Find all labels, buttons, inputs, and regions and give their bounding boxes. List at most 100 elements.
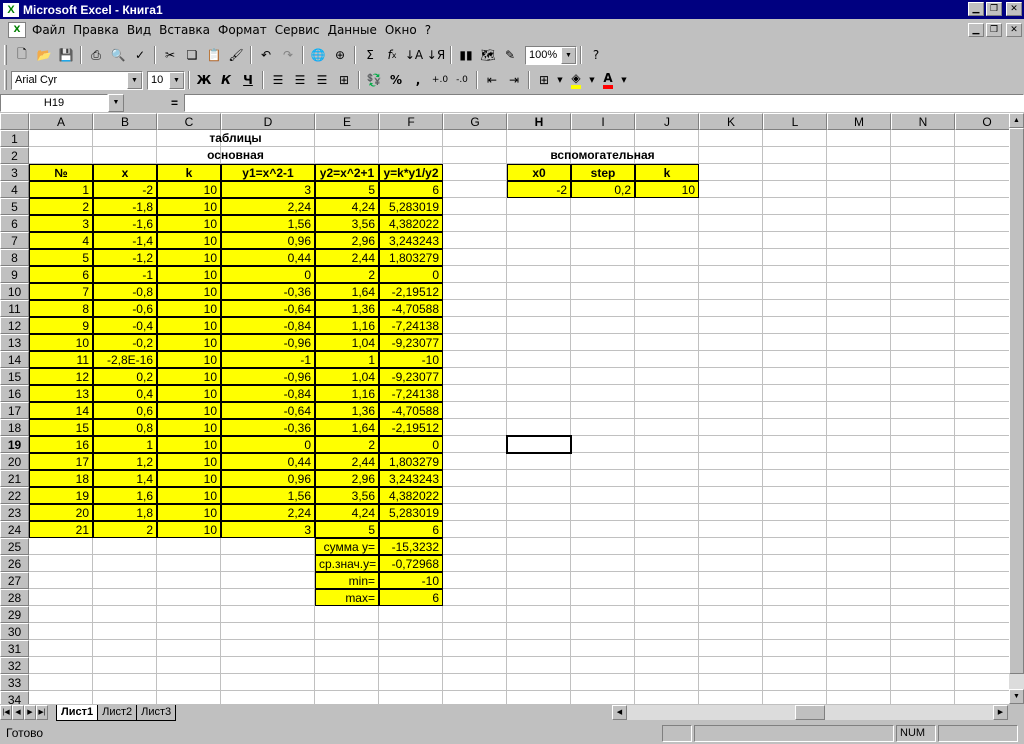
row-header[interactable]: 5 — [0, 198, 29, 215]
aux-header-cell[interactable]: step — [571, 164, 635, 181]
data-cell[interactable]: 10 — [157, 436, 221, 453]
data-cell[interactable]: 5 — [315, 181, 379, 198]
data-cell[interactable]: 6 — [29, 266, 93, 283]
preview-icon[interactable]: 🔍 — [107, 44, 129, 66]
data-cell[interactable]: 0 — [221, 436, 315, 453]
data-cell[interactable]: -1 — [93, 266, 157, 283]
comma-button[interactable]: , — [407, 69, 429, 91]
data-cell[interactable]: -9,23077 — [379, 334, 443, 351]
scroll-right-icon[interactable]: ▶ — [993, 705, 1008, 720]
row-header[interactable]: 32 — [0, 657, 29, 674]
row-header[interactable]: 26 — [0, 555, 29, 572]
equals-sign[interactable]: = — [124, 96, 184, 110]
horizontal-scrollbar[interactable]: ◀ ▶ — [612, 705, 1008, 720]
header-cell[interactable]: k — [157, 164, 221, 181]
chevron-down-icon[interactable]: ▼ — [127, 71, 142, 89]
data-cell[interactable]: 0,6 — [93, 402, 157, 419]
data-cell[interactable]: 2,24 — [221, 504, 315, 521]
row-header[interactable]: 31 — [0, 640, 29, 657]
summary-label-cell[interactable]: min= — [315, 572, 379, 589]
row-header[interactable]: 12 — [0, 317, 29, 334]
data-cell[interactable]: 2,96 — [315, 232, 379, 249]
chevron-down-icon[interactable]: ▼ — [587, 69, 597, 91]
data-cell[interactable]: 1,36 — [315, 402, 379, 419]
row-header[interactable]: 11 — [0, 300, 29, 317]
data-cell[interactable]: -2,8E-16 — [93, 351, 157, 368]
data-cell[interactable]: -0,96 — [221, 368, 315, 385]
data-cell[interactable]: 1,64 — [315, 419, 379, 436]
summary-value-cell[interactable]: -10 — [379, 572, 443, 589]
data-cell[interactable]: 10 — [157, 368, 221, 385]
data-cell[interactable]: 3,56 — [315, 215, 379, 232]
data-cell[interactable]: 1,2 — [93, 453, 157, 470]
doc-minimize-button[interactable]: ▁ — [968, 23, 984, 37]
data-cell[interactable]: 3,243243 — [379, 232, 443, 249]
row-header[interactable]: 2 — [0, 147, 29, 164]
row-header[interactable]: 3 — [0, 164, 29, 181]
data-cell[interactable]: -1,4 — [93, 232, 157, 249]
data-cell[interactable]: -2 — [93, 181, 157, 198]
data-cell[interactable]: 0,8 — [93, 419, 157, 436]
column-header[interactable]: H — [507, 113, 571, 130]
menu-help[interactable]: ? — [421, 23, 435, 37]
column-header[interactable]: F — [379, 113, 443, 130]
row-header[interactable]: 18 — [0, 419, 29, 436]
scroll-left-icon[interactable]: ◀ — [612, 705, 627, 720]
chevron-down-icon[interactable]: ▼ — [561, 46, 576, 64]
copy-icon[interactable]: ❏ — [181, 44, 203, 66]
data-cell[interactable]: 2 — [315, 436, 379, 453]
data-cell[interactable]: 0 — [379, 266, 443, 283]
zoom-select[interactable]: 100% ▼ — [525, 45, 577, 65]
row-header[interactable]: 30 — [0, 623, 29, 640]
data-cell[interactable]: 10 — [157, 181, 221, 198]
data-cell[interactable]: 1,04 — [315, 368, 379, 385]
data-cell[interactable]: 2 — [29, 198, 93, 215]
row-header[interactable]: 10 — [0, 283, 29, 300]
data-cell[interactable]: 1,8 — [93, 504, 157, 521]
row-header[interactable]: 17 — [0, 402, 29, 419]
aux-label-cell[interactable]: вспомогательная — [507, 147, 699, 164]
data-cell[interactable]: 1,56 — [221, 215, 315, 232]
data-cell[interactable]: -0,4 — [93, 317, 157, 334]
scroll-thumb-h[interactable] — [795, 705, 825, 720]
data-cell[interactable]: 4 — [29, 232, 93, 249]
data-cell[interactable]: 1 — [315, 351, 379, 368]
data-cell[interactable]: 10 — [157, 283, 221, 300]
row-header[interactable]: 24 — [0, 521, 29, 538]
row-header[interactable]: 13 — [0, 334, 29, 351]
data-cell[interactable]: 21 — [29, 521, 93, 538]
hyperlink-icon[interactable]: 🌐 — [307, 44, 329, 66]
summary-value-cell[interactable]: 6 — [379, 589, 443, 606]
data-cell[interactable]: 2,44 — [315, 453, 379, 470]
bold-button[interactable]: Ж — [193, 69, 215, 91]
font-color-icon[interactable]: A — [597, 69, 619, 91]
data-cell[interactable]: 18 — [29, 470, 93, 487]
data-cell[interactable]: 11 — [29, 351, 93, 368]
data-cell[interactable]: 1,803279 — [379, 453, 443, 470]
data-cell[interactable]: 5,283019 — [379, 504, 443, 521]
column-header[interactable]: G — [443, 113, 507, 130]
row-header[interactable]: 9 — [0, 266, 29, 283]
data-cell[interactable]: 10 — [157, 232, 221, 249]
doc-restore-button[interactable]: ❐ — [986, 23, 1002, 37]
data-cell[interactable]: 13 — [29, 385, 93, 402]
data-cell[interactable]: -0,64 — [221, 300, 315, 317]
data-cell[interactable]: -4,70588 — [379, 300, 443, 317]
data-cell[interactable]: 5 — [315, 521, 379, 538]
column-header[interactable]: E — [315, 113, 379, 130]
web-toolbar-icon[interactable]: ⊕ — [329, 44, 351, 66]
data-cell[interactable]: 10 — [157, 385, 221, 402]
data-cell[interactable]: 0 — [221, 266, 315, 283]
aux-value-cell[interactable]: 0,2 — [571, 181, 635, 198]
header-cell[interactable]: x — [93, 164, 157, 181]
menu-tools[interactable]: Сервис — [271, 23, 324, 37]
align-left-icon[interactable]: ☰ — [267, 69, 289, 91]
data-cell[interactable]: -2,19512 — [379, 419, 443, 436]
new-icon[interactable]: 🗋 — [11, 44, 33, 66]
row-header[interactable]: 1 — [0, 130, 29, 147]
data-cell[interactable]: 10 — [157, 317, 221, 334]
row-header[interactable]: 16 — [0, 385, 29, 402]
summary-label-cell[interactable]: max= — [315, 589, 379, 606]
data-cell[interactable]: 10 — [157, 453, 221, 470]
row-header[interactable]: 23 — [0, 504, 29, 521]
